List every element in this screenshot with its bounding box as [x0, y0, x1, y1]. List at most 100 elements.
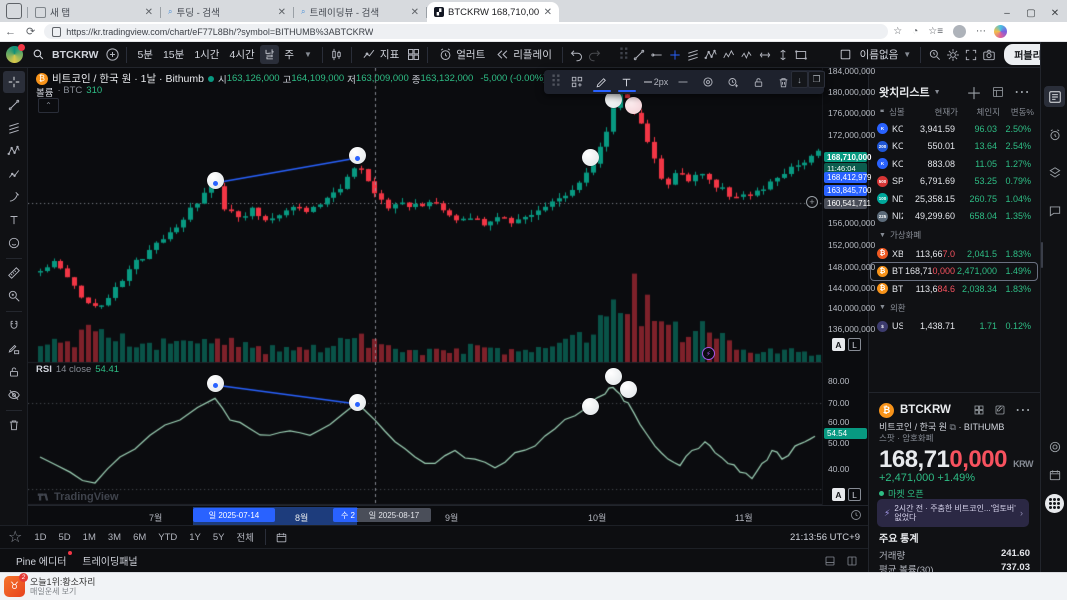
external-link-icon[interactable]: ⧉ — [949, 422, 955, 432]
extensions-icon[interactable]: ◔ — [912, 26, 918, 37]
toolbar-drag-handle[interactable]: ⠿ — [548, 72, 564, 92]
chart-style-icon[interactable] — [328, 46, 346, 64]
watchlist-row-USDKRW[interactable]: $ USDKRW • 1,438.71 1.71 0.12% — [871, 318, 1037, 335]
log-scale-button[interactable]: L — [848, 338, 861, 351]
elliott-abc-icon[interactable] — [738, 46, 756, 64]
scroll-to-recent-icon[interactable]: ↓ — [791, 71, 808, 88]
tab-pine-editor[interactable]: Pine 에디터 — [16, 551, 73, 568]
timeframe-주[interactable]: 주 — [279, 45, 299, 64]
go-to-date-icon[interactable] — [275, 531, 288, 544]
collections-icon[interactable]: ☆≡ — [928, 26, 943, 37]
watchlist-row-SPX[interactable]: 500 SPX • 6,791.69 53.25 0.79% — [871, 173, 1037, 190]
trendline-handle[interactable] — [354, 155, 360, 161]
sticker-marker[interactable] — [582, 149, 599, 166]
range-5D[interactable]: 5D — [59, 532, 71, 543]
ruler-icon[interactable] — [3, 262, 25, 284]
drawing-lock-icon[interactable] — [3, 338, 25, 360]
brush-icon[interactable] — [3, 186, 25, 208]
sticker-marker[interactable] — [582, 398, 599, 415]
watchlist-menu-icon[interactable]: ⋯ — [1014, 82, 1030, 102]
user-avatar[interactable] — [6, 44, 25, 63]
back-icon[interactable]: ← — [5, 26, 16, 38]
range-6M[interactable]: 6M — [133, 532, 146, 543]
news-card[interactable]: ⚡ 2시간 전 · 주춤한 비트코인...'업토버' 없었다 › — [877, 499, 1029, 527]
settings-gear-icon[interactable] — [944, 46, 962, 64]
ideas-icon[interactable] — [1044, 436, 1065, 457]
watchlist-row-NDX[interactable]: 100 NDX • 25,358.15 260.75 1.04% — [871, 190, 1037, 207]
calendar-icon[interactable] — [1044, 464, 1065, 485]
magnet-icon[interactable] — [3, 315, 25, 337]
elliott-123-icon[interactable] — [720, 46, 738, 64]
horizontal-ray-icon[interactable] — [648, 46, 666, 64]
legend-collapse-button[interactable]: ⌃ — [38, 98, 59, 113]
price-scale[interactable]: 184,000,000 180,000,000 176,000,000 172,000… — [822, 66, 875, 505]
tab-close-icon[interactable]: ✕ — [411, 7, 419, 18]
tab-close-icon[interactable]: ✕ — [544, 7, 552, 18]
undo-icon[interactable] — [568, 46, 586, 64]
grid-view-icon[interactable] — [992, 86, 1004, 98]
weather-widget[interactable]: ♉ 2 오늘1위:황소자리 매일운세 보기 — [4, 573, 95, 597]
volume-legend[interactable]: 볼륨 · BTC 310 — [36, 85, 102, 99]
line-extend-icon[interactable] — [696, 72, 720, 92]
zoom-in-icon[interactable] — [3, 285, 25, 307]
replay-button[interactable]: 리플레이 — [490, 45, 557, 64]
range-1M[interactable]: 1M — [83, 532, 96, 543]
maximize-pane-icon[interactable]: ❐ — [808, 71, 825, 88]
sticker-marker[interactable] — [605, 368, 622, 385]
section-crypto[interactable]: ▼ 가상화폐 — [879, 229, 921, 241]
rsi-auto-scale-button[interactable]: A — [832, 488, 845, 501]
browser-tab[interactable]: ▞ BTCKRW 168,710,000 ▲ +1.49% ✕ — [427, 2, 559, 22]
redo-icon[interactable] — [586, 46, 604, 64]
detail-symbol[interactable]: BTCKRW — [900, 404, 973, 416]
line-style-icon[interactable] — [671, 72, 695, 92]
symbol-search-icon[interactable] — [29, 46, 47, 64]
watchlist-row-XBTUSD[interactable]: ₿ XBTUSD • 113,667.0 2,041.5 1.83% — [871, 245, 1037, 262]
copilot-icon[interactable] — [994, 25, 1008, 38]
profile-avatar[interactable] — [953, 25, 967, 38]
scrollbar-thumb[interactable] — [1041, 242, 1043, 268]
tab-close-icon[interactable]: ✕ — [145, 7, 153, 18]
watchlist-row-NI225[interactable]: 225 NI225 • 49,299.60 658.04 1.35% — [871, 208, 1037, 225]
trash-icon[interactable] — [3, 414, 25, 436]
quick-search-icon[interactable] — [926, 46, 944, 64]
browser-tab[interactable]: 새 탭 ✕ — [28, 2, 160, 22]
range-3M[interactable]: 3M — [108, 532, 121, 543]
range-1D[interactable]: 1D — [34, 532, 46, 543]
range-1Y[interactable]: 1Y — [189, 532, 201, 543]
add-alert-plus-icon[interactable]: + — [806, 196, 818, 208]
pencil-color-icon[interactable] — [590, 72, 614, 92]
watchlist-row-KOSD..[interactable]: K KOSD.. • 883.08 11.05 1.27% — [871, 155, 1037, 172]
date-range-icon[interactable] — [756, 46, 774, 64]
symbol-legend[interactable]: ₿ 비트코인 / 한국 원 · 1날 · Bithumb 시 163,126,00… — [36, 71, 549, 86]
template-icon[interactable] — [565, 72, 589, 92]
section-forex[interactable]: ▼ 외환 — [879, 302, 906, 314]
line-width-icon[interactable]: 2px — [640, 72, 671, 92]
url-field[interactable]: https://kr.tradingview.com/chart/eF77L8B… — [44, 24, 889, 39]
watchlist-row-BTCUSD[interactable]: ₿ BTCUSD • 113,684.6 2,038.34 1.83% — [871, 280, 1037, 297]
emoji-icon[interactable] — [3, 232, 25, 254]
window-maximize-button[interactable]: ▢ — [1019, 4, 1043, 22]
indicators-button[interactable]: 지표 — [357, 45, 404, 64]
watchlist-title[interactable]: 왓치리스트 — [879, 84, 930, 100]
sticker-marker[interactable] — [625, 97, 642, 114]
range-5Y[interactable]: 5Y — [213, 532, 225, 543]
notes-icon[interactable] — [994, 404, 1006, 416]
trendline-icon[interactable] — [3, 94, 25, 116]
chat-icon[interactable] — [1044, 200, 1065, 221]
favorites-star-icon[interactable]: ☆ — [8, 527, 22, 547]
more-apps-icon[interactable] — [1045, 494, 1064, 513]
fullscreen-icon[interactable] — [962, 46, 980, 64]
crosshair-icon[interactable] — [2, 71, 25, 93]
price-range-icon[interactable] — [774, 46, 792, 64]
xabcd-icon[interactable] — [702, 46, 720, 64]
window-close-button[interactable]: ✕ — [1043, 4, 1067, 22]
trendline-handle[interactable] — [212, 382, 218, 388]
add-symbol-icon[interactable]: ＋ — [966, 80, 982, 104]
watchlist-row-KOSPI[interactable]: K KOSPI • 3,941.59 96.03 2.50% — [871, 120, 1037, 137]
watchlist-row-KOSPI[interactable]: 200 KOSPI • 550.01 13.64 2.54% — [871, 138, 1037, 155]
forecast-icon[interactable] — [3, 163, 25, 185]
trendline-icon[interactable] — [630, 46, 648, 64]
layers-icon[interactable] — [1044, 162, 1065, 183]
browser-menu-icon[interactable]: ⋯ — [976, 26, 986, 37]
text-icon[interactable] — [3, 209, 25, 231]
